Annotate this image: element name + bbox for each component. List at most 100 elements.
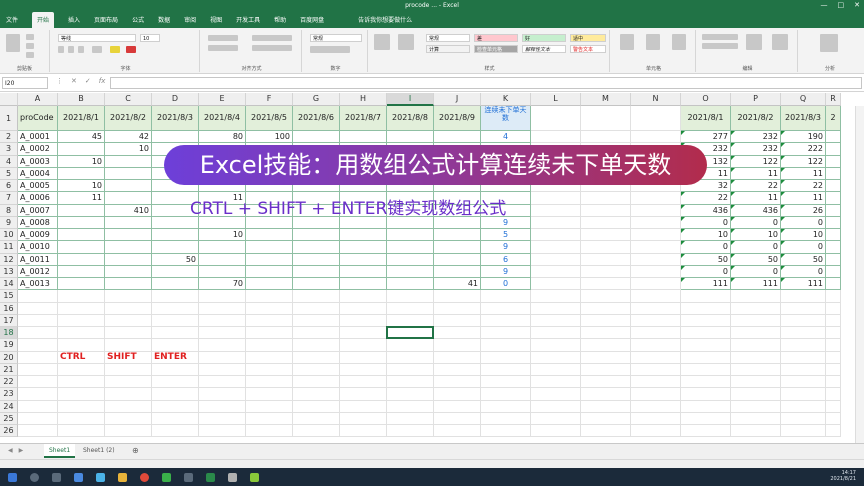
row-header-14[interactable]: 14 (0, 278, 18, 291)
cell[interactable] (293, 290, 340, 303)
row-header-2[interactable]: 2 (0, 131, 18, 144)
cell[interactable] (781, 412, 826, 425)
cell[interactable] (387, 376, 434, 389)
cell[interactable] (826, 400, 841, 413)
cell[interactable] (581, 265, 631, 278)
cell[interactable] (581, 339, 631, 352)
column-header-p[interactable]: P (731, 93, 781, 106)
cell[interactable] (781, 339, 826, 352)
table-cell[interactable] (105, 253, 152, 266)
table-cell[interactable] (105, 192, 152, 205)
cell[interactable] (481, 314, 531, 327)
cell[interactable] (434, 412, 481, 425)
cell[interactable] (58, 302, 105, 315)
cell[interactable] (731, 302, 781, 315)
ribbon-tab-5[interactable]: 数据 (158, 15, 170, 24)
right-table-cell[interactable]: 0 (731, 265, 781, 278)
right-table-cell[interactable]: 50 (731, 253, 781, 266)
right-table-cell[interactable]: 0 (781, 265, 826, 278)
cell[interactable] (293, 339, 340, 352)
excel-taskbar-icon[interactable] (206, 473, 215, 482)
cell[interactable] (581, 204, 631, 217)
cell[interactable] (199, 339, 246, 352)
cell[interactable] (581, 216, 631, 229)
cell[interactable] (58, 363, 105, 376)
table-cell[interactable] (58, 229, 105, 242)
cell[interactable] (681, 412, 731, 425)
format-painter-icon[interactable] (26, 52, 34, 58)
cell[interactable] (105, 425, 152, 438)
cell[interactable] (781, 327, 826, 340)
table-header-4[interactable]: 2021/8/4 (199, 106, 246, 131)
key-label-ctrl[interactable]: CTRL (58, 351, 105, 364)
cell[interactable] (481, 376, 531, 389)
cancel-icon[interactable]: ✕ (71, 77, 77, 85)
cell[interactable] (434, 400, 481, 413)
cell[interactable] (58, 388, 105, 401)
cell[interactable] (105, 302, 152, 315)
table-header-2[interactable]: 2021/8/2 (105, 106, 152, 131)
table-cell[interactable] (387, 253, 434, 266)
cell[interactable] (18, 290, 58, 303)
cell[interactable] (631, 229, 681, 242)
right-table-cell[interactable]: 0 (731, 216, 781, 229)
cell[interactable] (826, 302, 841, 315)
table-cell[interactable] (434, 265, 481, 278)
cell[interactable] (681, 351, 731, 364)
cell[interactable] (631, 278, 681, 291)
table-cell[interactable] (152, 229, 199, 242)
cell[interactable] (293, 388, 340, 401)
cell[interactable] (481, 302, 531, 315)
table-cell[interactable]: 410 (105, 204, 152, 217)
right-table-cell[interactable]: 122 (731, 155, 781, 168)
table-cell[interactable]: A_0004 (18, 167, 58, 180)
style-calculation[interactable]: 计算 (426, 45, 470, 53)
right-table-cell[interactable]: 111 (781, 278, 826, 291)
fill-color-icon[interactable] (110, 46, 120, 53)
cell[interactable] (293, 327, 340, 340)
cell[interactable] (481, 412, 531, 425)
cell[interactable] (631, 412, 681, 425)
right-table-cell[interactable]: 0 (781, 241, 826, 254)
formula-input[interactable] (110, 77, 862, 89)
cell[interactable] (731, 327, 781, 340)
cell[interactable] (18, 388, 58, 401)
cell[interactable] (434, 363, 481, 376)
cell[interactable] (18, 302, 58, 315)
cell[interactable] (246, 327, 293, 340)
table-cell[interactable] (293, 253, 340, 266)
table-header-3[interactable]: 2021/8/3 (152, 106, 199, 131)
cell[interactable] (581, 363, 631, 376)
cell[interactable] (199, 363, 246, 376)
cell[interactable] (531, 363, 581, 376)
right-table-cell[interactable] (826, 253, 841, 266)
right-table-cell[interactable] (826, 229, 841, 242)
cell[interactable] (631, 216, 681, 229)
table-cell[interactable] (387, 241, 434, 254)
cell[interactable] (531, 131, 581, 144)
row-header-10[interactable]: 10 (0, 229, 18, 242)
cell[interactable] (293, 400, 340, 413)
search-icon[interactable] (30, 473, 39, 482)
row-header-16[interactable]: 16 (0, 302, 18, 315)
right-table-cell[interactable]: 10 (781, 229, 826, 242)
cell[interactable] (581, 192, 631, 205)
right-table-cell[interactable]: 11 (731, 192, 781, 205)
cell[interactable] (826, 376, 841, 389)
key-label-shift[interactable]: SHIFT (105, 351, 152, 364)
cell[interactable] (531, 290, 581, 303)
cell[interactable] (387, 339, 434, 352)
column-header-e[interactable]: E (199, 93, 246, 106)
row-header-13[interactable]: 13 (0, 265, 18, 278)
column-header-k[interactable]: K (481, 93, 531, 106)
column-header-d[interactable]: D (152, 93, 199, 106)
cell[interactable] (434, 339, 481, 352)
cell[interactable] (387, 412, 434, 425)
cell[interactable] (781, 388, 826, 401)
cell[interactable] (531, 265, 581, 278)
right-table-cell[interactable] (826, 216, 841, 229)
cell[interactable] (781, 363, 826, 376)
start-icon[interactable] (8, 473, 17, 482)
cell[interactable] (631, 253, 681, 266)
cell[interactable] (681, 290, 731, 303)
